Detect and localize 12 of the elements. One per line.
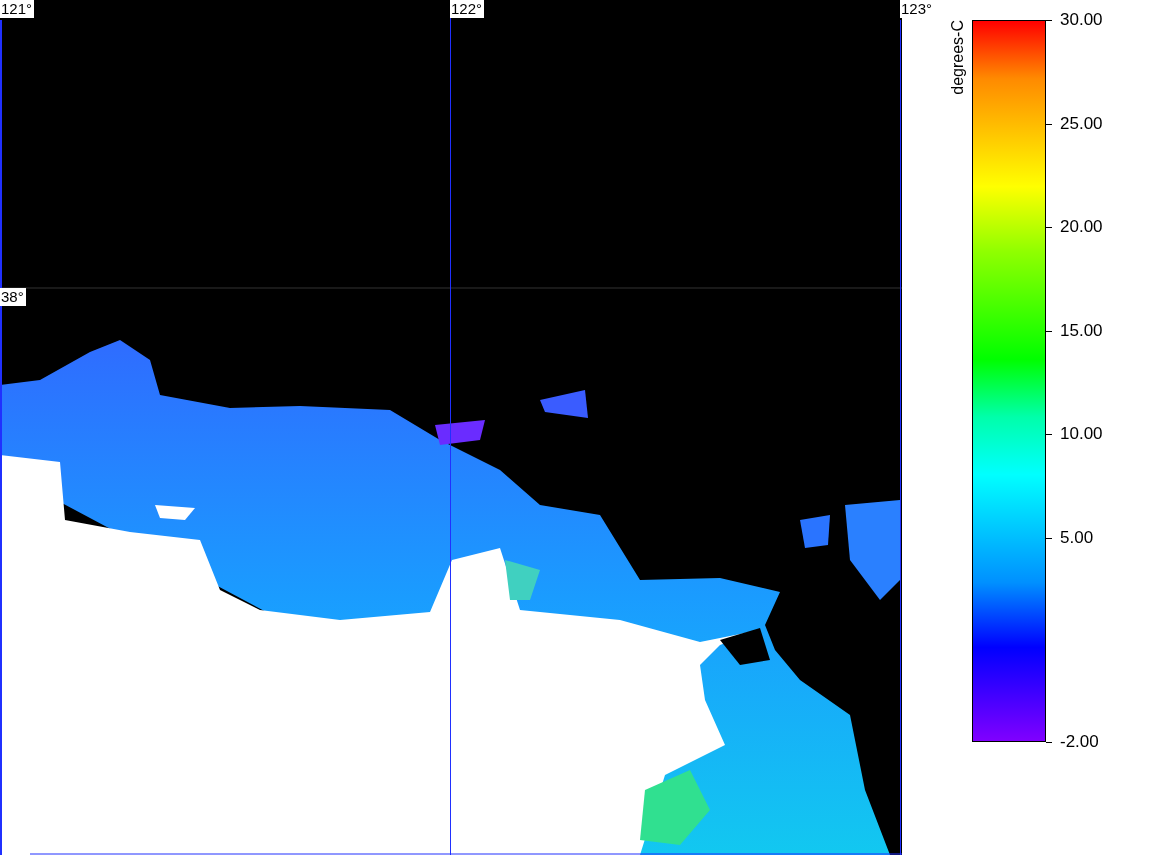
unit-label: degrees-C — [948, 20, 967, 95]
scale-tick-label: 10.00 — [1060, 425, 1103, 443]
longitude-label: 123° — [900, 0, 935, 18]
scale-tick-label: 25.00 — [1060, 114, 1103, 133]
scale-tick-label: -2.00 — [1060, 733, 1099, 751]
longitude-label: 122° — [450, 0, 485, 18]
scale-tick-label: 20.00 — [1060, 218, 1103, 236]
latitude-label: 38° — [0, 288, 26, 306]
scale-tick-label: 15.00 — [1060, 321, 1103, 340]
longitude-label: 121° — [0, 0, 35, 18]
scale-tick-label: 5.00 — [1060, 528, 1094, 547]
scale-tick-label: 30.00 — [1060, 11, 1103, 29]
